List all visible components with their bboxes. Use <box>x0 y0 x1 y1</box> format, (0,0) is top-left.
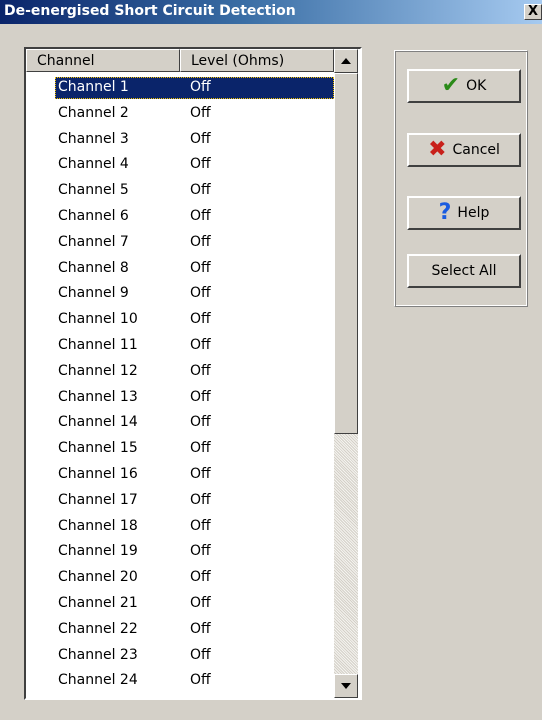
list-item[interactable]: Channel 2 Off <box>26 102 334 128</box>
list-item[interactable]: Channel 7 Off <box>26 231 334 257</box>
level-cell: Off <box>190 285 211 302</box>
list-item[interactable]: Channel 18 Off <box>26 515 334 541</box>
list-item[interactable]: Channel 3 Off <box>26 128 334 154</box>
level-cell: Off <box>190 672 211 689</box>
cancel-button[interactable]: ✖ Cancel <box>407 133 521 167</box>
select-all-label: Select All <box>431 263 497 279</box>
channel-cell: Channel 16 <box>58 465 138 482</box>
ok-button[interactable]: ✔ OK <box>407 69 521 103</box>
cancel-label: Cancel <box>452 142 500 158</box>
level-cell: Off <box>190 594 211 611</box>
help-button[interactable]: ? Help <box>407 196 521 230</box>
level-cell: Off <box>190 104 211 121</box>
level-cell: Off <box>190 388 211 405</box>
channel-cell: Channel 17 <box>58 491 138 508</box>
list-item[interactable]: Channel 19 Off <box>26 540 334 566</box>
channel-list[interactable]: Channel Level (Ohms) Channel 1 Off Channel… <box>24 47 362 700</box>
level-cell: Off <box>190 465 211 482</box>
channel-cell: Channel 6 <box>58 207 129 224</box>
list-item[interactable]: Channel 6 Off <box>26 205 334 231</box>
channel-cell: Channel 15 <box>58 440 138 457</box>
list-item[interactable]: Channel 16 Off <box>26 463 334 489</box>
channel-cell: Channel 20 <box>58 569 138 586</box>
level-cell: Off <box>190 311 211 328</box>
list-item[interactable]: Channel 8 Off <box>26 257 334 283</box>
channel-cell: Channel 10 <box>58 311 138 328</box>
column-header-level[interactable]: Level (Ohms) <box>180 49 334 72</box>
channel-cell: Channel 21 <box>58 594 138 611</box>
channel-cell: Channel 19 <box>58 543 138 560</box>
level-cell: Off <box>190 491 211 508</box>
level-cell: Off <box>190 414 211 431</box>
list-rows: Channel 1 Off Channel 2 Off Channel 3 Off Chan… <box>26 76 334 695</box>
list-item[interactable]: Channel 12 Off <box>26 360 334 386</box>
window-title: De-energised Short Circuit Detection <box>4 3 296 19</box>
checkmark-icon: ✔ <box>441 73 461 98</box>
vertical-scrollbar[interactable] <box>334 49 358 698</box>
title-bar[interactable]: De-energised Short Circuit Detection X <box>0 0 542 24</box>
channel-cell: Channel 23 <box>58 646 138 663</box>
channel-cell: Channel 5 <box>58 182 129 199</box>
list-item[interactable]: Channel 10 Off <box>26 308 334 334</box>
level-cell: Off <box>190 233 211 250</box>
channel-cell: Channel 7 <box>58 233 129 250</box>
channel-cell: Channel 8 <box>58 259 129 276</box>
list-item[interactable]: Channel 9 Off <box>26 282 334 308</box>
arrow-up-icon <box>341 58 351 64</box>
help-label: Help <box>457 205 490 221</box>
channel-cell: Channel 22 <box>58 620 138 637</box>
channel-cell: Channel 11 <box>58 336 138 353</box>
x-icon: ✖ <box>428 137 447 162</box>
level-cell: Off <box>190 440 211 457</box>
scroll-thumb[interactable] <box>334 73 358 434</box>
list-item[interactable]: Channel 14 Off <box>26 411 334 437</box>
channel-cell: Channel 12 <box>58 362 138 379</box>
channel-cell: Channel 13 <box>58 388 138 405</box>
scroll-down-button[interactable] <box>334 674 358 698</box>
level-cell: Off <box>190 620 211 637</box>
channel-cell: Channel 18 <box>58 517 138 534</box>
list-item[interactable]: Channel 21 Off <box>26 592 334 618</box>
channel-cell: Channel 14 <box>58 414 138 431</box>
level-cell: Off <box>190 79 211 95</box>
level-cell: Off <box>190 207 211 224</box>
level-cell: Off <box>190 156 211 173</box>
select-all-button[interactable]: Select All <box>407 254 521 288</box>
level-cell: Off <box>190 362 211 379</box>
channel-cell: Channel 9 <box>58 285 129 302</box>
channel-cell: Channel 2 <box>58 104 129 121</box>
list-item[interactable]: Channel 17 Off <box>26 489 334 515</box>
close-button[interactable]: X <box>524 4 542 20</box>
level-cell: Off <box>190 646 211 663</box>
level-cell: Off <box>190 517 211 534</box>
level-cell: Off <box>190 336 211 353</box>
list-item[interactable]: Channel 22 Off <box>26 618 334 644</box>
question-icon: ? <box>438 200 452 225</box>
channel-cell: Channel 4 <box>58 156 129 173</box>
arrow-down-icon <box>341 683 351 689</box>
list-item[interactable]: Channel 11 Off <box>26 334 334 360</box>
list-item[interactable]: Channel 15 Off <box>26 437 334 463</box>
list-item[interactable]: Channel 1 Off <box>26 76 334 102</box>
channel-cell: Channel 1 <box>58 79 129 95</box>
list-item[interactable]: Channel 4 Off <box>26 153 334 179</box>
level-cell: Off <box>190 543 211 560</box>
column-header-channel[interactable]: Channel <box>26 49 180 72</box>
scroll-up-button[interactable] <box>334 49 358 73</box>
ok-label: OK <box>466 78 487 94</box>
level-cell: Off <box>190 182 211 199</box>
list-item[interactable]: Channel 13 Off <box>26 386 334 412</box>
list-item[interactable]: Channel 23 Off <box>26 644 334 670</box>
channel-cell: Channel 3 <box>58 130 129 147</box>
level-cell: Off <box>190 259 211 276</box>
list-item[interactable]: Channel 20 Off <box>26 566 334 592</box>
level-cell: Off <box>190 569 211 586</box>
list-item[interactable]: Channel 5 Off <box>26 179 334 205</box>
list-item[interactable]: Channel 24 Off <box>26 669 334 695</box>
channel-cell: Channel 24 <box>58 672 138 689</box>
level-cell: Off <box>190 130 211 147</box>
